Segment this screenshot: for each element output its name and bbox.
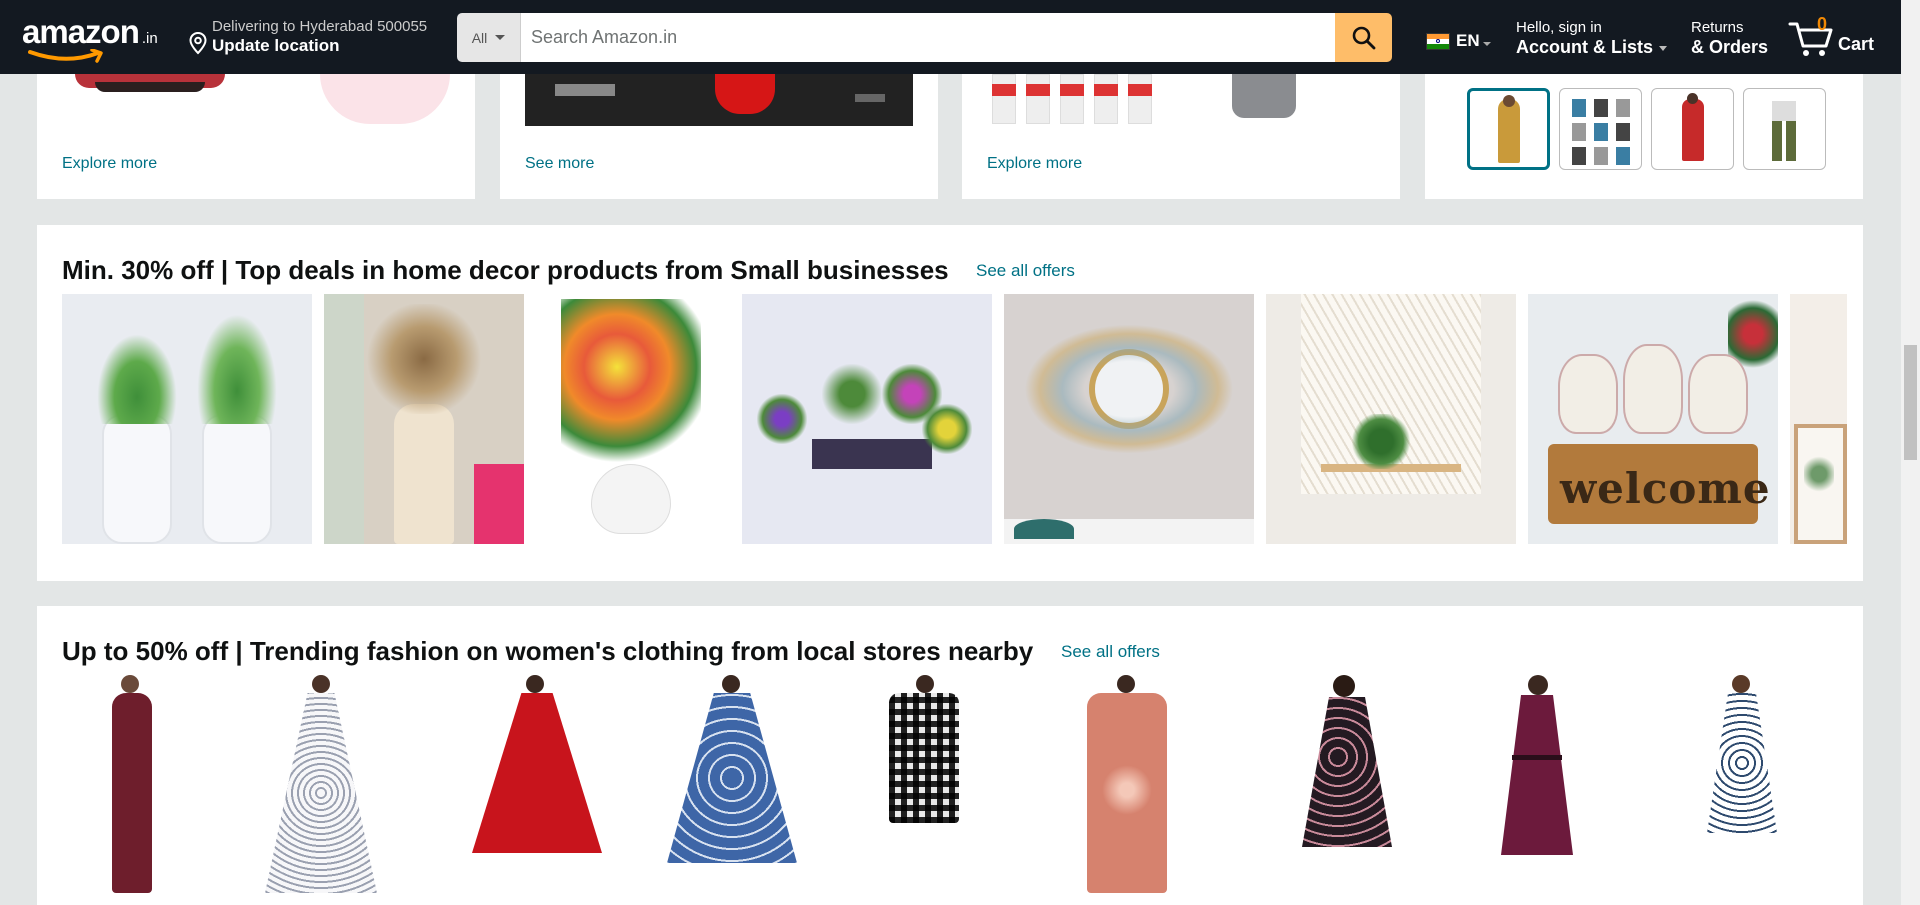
- explore-more-link[interactable]: Explore more: [987, 155, 1082, 173]
- saree-thumbnail[interactable]: [1467, 88, 1550, 170]
- cart-label: Cart: [1838, 34, 1875, 54]
- see-more-link[interactable]: See more: [525, 155, 594, 173]
- cart-icon: [1788, 22, 1833, 56]
- product-tile[interactable]: [87, 675, 177, 905]
- product-tile[interactable]: [1287, 675, 1407, 905]
- update-location-text: Update location: [212, 36, 340, 55]
- search-button[interactable]: [1335, 13, 1392, 62]
- promo-card: See more: [500, 60, 938, 199]
- location-pin-icon: [189, 31, 207, 55]
- product-tile[interactable]: [1790, 294, 1847, 544]
- search-icon: [1352, 26, 1375, 49]
- product-image[interactable]: [992, 74, 1172, 126]
- logo-smile-icon: [28, 49, 103, 63]
- section-title: Up to 50% off | Trending fashion on wome…: [62, 636, 1034, 666]
- red-kurta-thumbnail[interactable]: [1651, 88, 1734, 170]
- product-tile[interactable]: [662, 675, 802, 905]
- caret-down-icon: [1482, 41, 1491, 46]
- india-flag-icon: [1426, 32, 1450, 50]
- see-all-offers-link[interactable]: See all offers: [1061, 642, 1160, 662]
- search-bar: All: [457, 13, 1392, 62]
- language-code: EN: [1456, 31, 1480, 50]
- logo-text: amazon: [22, 13, 140, 50]
- see-all-offers-link[interactable]: See all offers: [976, 261, 1075, 281]
- home-decor-deals-section: Min. 30% off | Top deals in home decor p…: [37, 225, 1863, 581]
- product-tile[interactable]: [1482, 675, 1592, 905]
- section-title: Min. 30% off | Top deals in home decor p…: [62, 255, 949, 285]
- account-lists-label: Account & Lists: [1516, 37, 1668, 57]
- orders-label: & Orders: [1691, 37, 1769, 57]
- product-tile[interactable]: [536, 294, 730, 544]
- caret-down-icon: [495, 35, 506, 40]
- product-tile[interactable]: [255, 675, 385, 905]
- product-image[interactable]: [525, 74, 913, 126]
- search-category-label: All: [471, 29, 488, 46]
- search-input[interactable]: [521, 13, 1335, 62]
- figurine-lettering: welcome: [1560, 464, 1771, 513]
- delivery-text: Delivering to Hyderabad 500055: [212, 18, 428, 35]
- page-scrollbar[interactable]: [1901, 0, 1920, 905]
- socks-thumbnail[interactable]: [1559, 88, 1642, 170]
- promo-card: [1425, 60, 1863, 199]
- returns-orders[interactable]: Returns & Orders: [1691, 19, 1768, 57]
- language-selector[interactable]: EN: [1426, 31, 1491, 51]
- cart-count: 0: [1817, 14, 1828, 34]
- product-tile[interactable]: [1692, 675, 1792, 905]
- nav-bar: amazon .in Delivering to Hyderabad 500055…: [0, 0, 1901, 74]
- cart-button[interactable]: 0 Cart: [1788, 14, 1878, 64]
- account-lists-text: Account & Lists: [1516, 37, 1654, 57]
- explore-more-link[interactable]: Explore more: [62, 155, 157, 173]
- promo-card: Explore more: [37, 60, 475, 199]
- promo-card: Explore more: [962, 60, 1400, 199]
- account-lists[interactable]: Hello, sign in Account & Lists: [1516, 19, 1668, 57]
- thumbnail-carousel: [1467, 88, 1826, 170]
- product-tile[interactable]: [462, 675, 612, 905]
- scrollbar-thumb[interactable]: [1904, 345, 1917, 460]
- product-tile[interactable]: [62, 294, 312, 544]
- product-tile[interactable]: [1067, 675, 1187, 905]
- product-tile[interactable]: [874, 675, 974, 905]
- product-carousel: welcome: [62, 294, 1847, 544]
- sign-in-greeting: Hello, sign in: [1516, 19, 1602, 36]
- product-tile[interactable]: welcome: [1528, 294, 1778, 544]
- amazon-logo[interactable]: amazon .in: [22, 14, 167, 64]
- product-tile[interactable]: [1266, 294, 1516, 544]
- product-tile[interactable]: [742, 294, 992, 544]
- search-category-dropdown[interactable]: All: [457, 13, 521, 62]
- logo-tld: .in: [141, 30, 158, 47]
- product-tile[interactable]: [324, 294, 524, 544]
- product-image[interactable]: [300, 74, 460, 126]
- returns-label: Returns: [1691, 19, 1744, 36]
- product-image[interactable]: [1232, 74, 1302, 122]
- cargo-pants-thumbnail[interactable]: [1743, 88, 1826, 170]
- product-tile[interactable]: [1004, 294, 1254, 544]
- womens-fashion-deals-section: Up to 50% off | Trending fashion on wome…: [37, 606, 1863, 905]
- delivery-location[interactable]: Delivering to Hyderabad 500055 Update lo…: [188, 18, 427, 56]
- caret-down-icon: [1659, 45, 1668, 51]
- product-image[interactable]: [55, 74, 235, 104]
